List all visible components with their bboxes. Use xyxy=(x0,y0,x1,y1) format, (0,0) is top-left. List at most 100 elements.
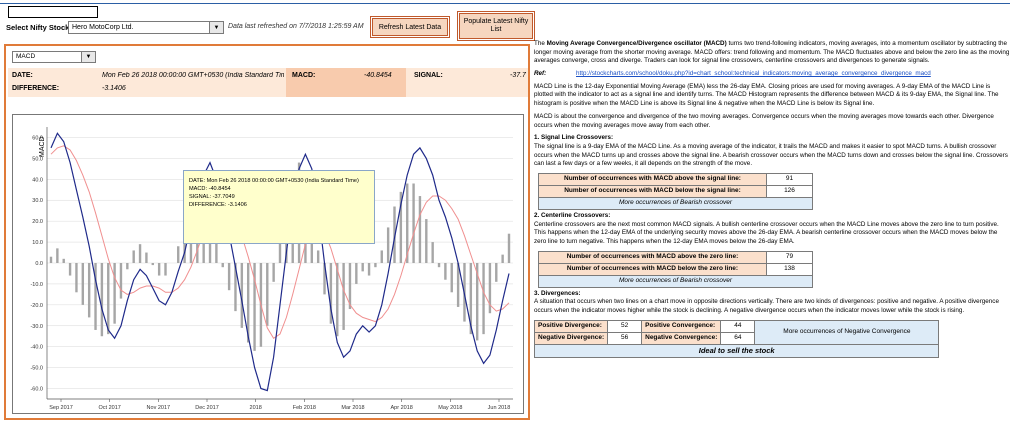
difference-label: DIFFERENCE: xyxy=(12,85,60,92)
histogram-bar xyxy=(145,252,148,263)
histogram-bar xyxy=(227,263,231,291)
histogram-bar xyxy=(495,263,498,282)
x-tick-label: Feb 2018 xyxy=(293,405,316,411)
name-box[interactable] xyxy=(8,6,98,18)
positive-convergence-label: Positive Convergence: xyxy=(641,319,722,333)
y-tick-label: 0.0 xyxy=(35,261,43,267)
top-divider xyxy=(0,3,1010,4)
signal-label: SIGNAL: xyxy=(414,72,443,79)
explanation-panel: The Moving Average Convergence/Divergenc… xyxy=(533,40,1010,422)
x-tick-label: Nov 2017 xyxy=(147,405,171,411)
x-tick-label: Apr 2018 xyxy=(391,405,413,411)
refresh-timestamp: Data last refreshed on 7/7/2018 1:25:59 … xyxy=(228,23,364,30)
y-tick-label: -20.0 xyxy=(30,303,43,309)
centerline-crossover-title: 2. Centerline Crossovers: xyxy=(534,211,611,219)
chevron-down-icon[interactable]: ▼ xyxy=(81,52,95,62)
x-tick-label: 2018 xyxy=(250,405,262,411)
reference-link[interactable]: http://stockcharts.com/school/doku.php?i… xyxy=(576,70,931,77)
y-tick-label: 30.0 xyxy=(32,198,43,204)
histogram-bar xyxy=(119,263,123,299)
tooltip-macd: MACD: -40.8454 xyxy=(189,186,231,193)
row-value: 79 xyxy=(766,250,813,264)
histogram-bar xyxy=(361,263,364,272)
histogram-bar xyxy=(501,254,504,263)
macd-value: -40.8454 xyxy=(364,72,392,79)
histogram-bar xyxy=(87,263,91,318)
histogram-bar xyxy=(113,263,116,324)
tooltip-difference: DIFFERENCE: -3.1406 xyxy=(189,202,247,209)
histogram-bar xyxy=(418,196,422,263)
x-tick-label: May 2018 xyxy=(438,405,462,411)
histogram-bar xyxy=(342,263,345,330)
chevron-down-icon[interactable]: ▼ xyxy=(209,22,223,33)
table-row: Number of occurrences with MACD below th… xyxy=(538,184,813,198)
row-label: Number of occurrences with MACD above th… xyxy=(538,172,767,186)
conclusion-note: More occurrences of Bearish crossover xyxy=(538,196,813,210)
positive-divergence-label: Positive Divergence: xyxy=(533,319,609,333)
conclusion-note: More occurrences of Bearish crossover xyxy=(538,274,813,288)
negative-divergence-label: Negative Divergence: xyxy=(533,331,609,345)
histogram-bar xyxy=(107,263,110,335)
date-value: Mon Feb 26 2018 00:00:00 GMT+0530 (India… xyxy=(102,72,284,79)
row-label: Number of occurrences with MACD below th… xyxy=(538,262,767,276)
histogram-bar xyxy=(100,263,104,337)
macd-chart[interactable]: 60.0 50.0 40.0 30.0 20.0 10.0 0.0 -10.0 -20.0 -30… xyxy=(12,114,524,414)
row-label: Number of occurrences with MACD below th… xyxy=(538,184,767,198)
histogram-bar xyxy=(81,263,85,305)
table-row: Ideal to sell the stock xyxy=(533,343,940,358)
signal-value: -37.7 xyxy=(510,72,526,79)
positive-convergence-value: 44 xyxy=(720,319,756,333)
negative-convergence-value: 64 xyxy=(720,331,756,345)
histogram-bar xyxy=(266,263,269,326)
x-tick-label: Jun 2018 xyxy=(488,405,511,411)
histogram-bar xyxy=(132,250,135,263)
convergence-paragraph: MACD is about the convergence and diverg… xyxy=(534,112,994,129)
chart-panel: MACD ▼ DATE: Mon Feb 26 2018 00:00:00 GM… xyxy=(4,44,530,420)
intro-term: Moving Average Convergence/Divergence os… xyxy=(546,40,727,47)
table-row: Number of occurrences with MACD above th… xyxy=(538,172,813,186)
histogram-bar xyxy=(482,263,485,335)
row-value: 126 xyxy=(766,184,813,198)
histogram-bar xyxy=(374,263,377,268)
histogram-bar xyxy=(75,263,78,293)
x-tick-label: Dec 2017 xyxy=(195,405,219,411)
indicator-info-strip: DATE: Mon Feb 26 2018 00:00:00 GMT+0530 … xyxy=(8,68,528,97)
macd-label: MACD: xyxy=(292,72,316,79)
histogram-bar xyxy=(336,263,339,337)
row-value: 138 xyxy=(766,262,813,276)
histogram-bar xyxy=(157,263,161,276)
row-value: 91 xyxy=(766,172,813,186)
table-row: Number of occurrences with MACD below th… xyxy=(538,262,813,276)
refresh-data-button[interactable]: Refresh Latest Data xyxy=(370,16,450,38)
row-label: Number of occurrences with MACD above th… xyxy=(538,250,767,264)
intro-paragraph: The Moving Average Convergence/Divergenc… xyxy=(534,40,1010,65)
difference-value: -3.1406 xyxy=(102,85,126,92)
histogram-bar xyxy=(431,242,434,263)
histogram-bar xyxy=(272,263,275,282)
indicator-select[interactable]: MACD ▼ xyxy=(12,51,96,63)
stock-select-label: Select Nifty Stock: xyxy=(6,23,72,32)
table-row: More occurrences of Bearish crossover xyxy=(538,274,813,288)
table-row: Positive Divergence: 52 Positive Converg… xyxy=(533,319,940,345)
histogram-bar xyxy=(164,263,167,276)
y-tick-label: -60.0 xyxy=(30,387,43,393)
stock-select[interactable]: Hero MotoCorp Ltd. ▼ xyxy=(68,21,224,34)
histogram-bar xyxy=(355,263,358,284)
stock-select-value: Hero MotoCorp Ltd. xyxy=(72,24,134,31)
histogram-bar xyxy=(367,263,371,276)
x-tick-label: Sep 2017 xyxy=(49,405,73,411)
histogram-bar xyxy=(380,250,383,263)
y-tick-label: 40.0 xyxy=(32,177,43,183)
tooltip-signal: SIGNAL: -37.7049 xyxy=(189,194,235,201)
y-tick-label: 20.0 xyxy=(32,219,43,225)
histogram-bar xyxy=(386,227,390,263)
y-tick-label: -40.0 xyxy=(30,345,43,351)
populate-nifty-button[interactable]: Populate Latest Nifty List xyxy=(457,11,535,41)
table-row: Number of occurrences with MACD above th… xyxy=(538,250,813,264)
histogram-bar xyxy=(126,263,129,270)
y-tick-label: -30.0 xyxy=(30,324,43,330)
x-axis: Sep 2017 Oct 2017 Nov 2017 Dec 2017 2018 Feb … xyxy=(47,398,513,411)
positive-divergence-value: 52 xyxy=(607,319,643,333)
x-tick-label: Mar 2018 xyxy=(341,405,364,411)
histogram-bar xyxy=(221,263,224,268)
